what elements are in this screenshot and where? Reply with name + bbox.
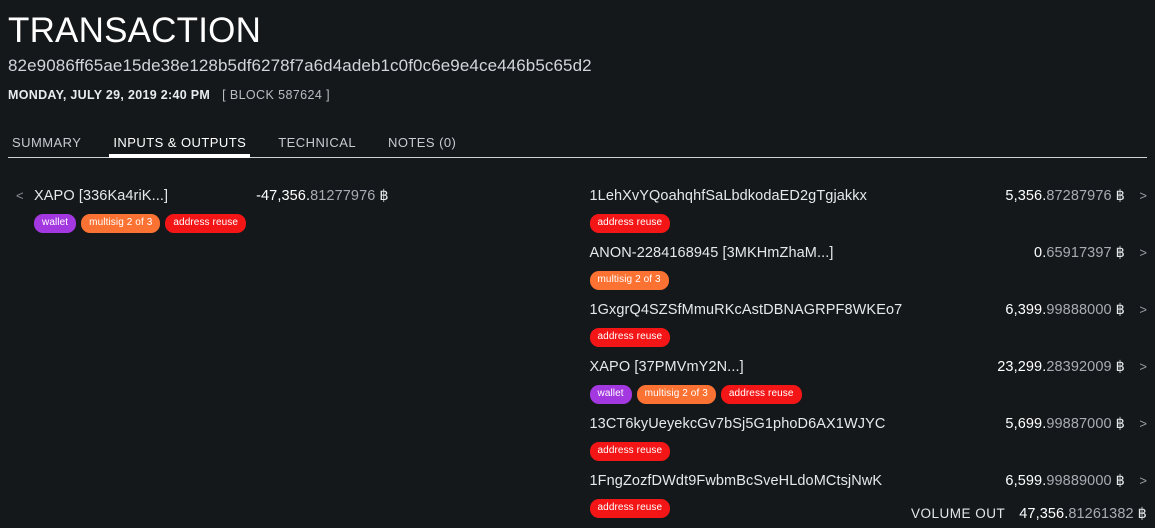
output-row: 13CT6kyUeyekcGv7bSj5G1phoD6AX1WJYC 5,699.… (589, 416, 1148, 461)
amount: 5,356.87287976 ฿ (1005, 188, 1125, 204)
tag-multisig-2-of-3[interactable]: multisig 2 of 3 (589, 271, 669, 290)
bitcoin-symbol-icon: ฿ (1115, 359, 1125, 375)
tab-bar: SUMMARY INPUTS & OUTPUTS TECHNICAL NOTES (0… (8, 128, 1147, 158)
chevron-right-icon[interactable]: > (1125, 473, 1147, 488)
amount: 6,399.99888000 ฿ (1005, 302, 1125, 318)
tag-address-reuse[interactable]: address reuse (589, 499, 671, 518)
bitcoin-symbol-icon: ฿ (1115, 302, 1125, 318)
output-row-line: 1GxgrQ4SZSfMmuRKcAstDBNAGRPF8WKEo7 6,399.… (590, 302, 1148, 324)
output-address[interactable]: 1FngZozfDWdt9FwbmBcSveHLdoMCtsjNwK (590, 473, 883, 489)
tab-notes-0[interactable]: NOTES (0) (384, 135, 460, 157)
bitcoin-symbol-icon: ฿ (1115, 473, 1125, 489)
chevron-right-icon[interactable]: > (1125, 302, 1147, 317)
amount: 5,699.99887000 ฿ (1005, 416, 1125, 432)
volume-out-decimal: 81261382 (1068, 506, 1134, 522)
tag-list: address reuse (589, 328, 1148, 347)
amount-integer: 5,699. (1005, 416, 1047, 432)
transaction-meta: MONDAY, JULY 29, 2019 2:40 PM [ BLOCK 587… (8, 88, 1147, 102)
amount-integer: -47,356. (256, 188, 311, 204)
amount-decimal: 99888000 (1046, 302, 1112, 318)
tag-wallet[interactable]: wallet (34, 214, 77, 233)
amount: 23,299.28392009 ฿ (997, 359, 1125, 375)
block-link[interactable]: [ BLOCK 587624 ] (222, 88, 330, 102)
amount: 6,599.99889000 ฿ (1005, 473, 1125, 489)
output-address[interactable]: XAPO [37PMVmY2N...] (590, 359, 744, 375)
tag-address-reuse[interactable]: address reuse (589, 442, 671, 461)
chevron-right-icon[interactable]: > (1125, 416, 1147, 431)
output-row: ANON-2284168945 [3MKHmZhaM...] 0.65917397… (589, 245, 1148, 290)
amount-integer: 6,599. (1005, 473, 1047, 489)
tag-wallet[interactable]: wallet (589, 385, 632, 404)
input-row: < XAPO [336Ka4riK...] -47,356.81277976 ฿ wal… (8, 188, 578, 233)
amount-integer: 5,356. (1005, 188, 1047, 204)
output-address[interactable]: 13CT6kyUeyekcGv7bSj5G1phoD6AX1WJYC (590, 416, 886, 432)
transaction-hash[interactable]: 82e9086ff65ae15de38e128b5df6278f7a6d4ade… (8, 54, 1147, 78)
tab-inputs-outputs[interactable]: INPUTS & OUTPUTS (109, 135, 251, 158)
tag-address-reuse[interactable]: address reuse (589, 214, 671, 233)
output-row-line: 1LehXvYQoahqhfSaLbdkodaED2gTgjakkx 5,356.… (590, 188, 1148, 210)
inputs-outputs-section: < XAPO [336Ka4riK...] -47,356.81277976 ฿ wal… (8, 188, 1147, 528)
amount-integer: 23,299. (997, 359, 1047, 375)
amount-decimal: 99887000 (1046, 416, 1112, 432)
tag-list: multisig 2 of 3 (589, 271, 1148, 290)
page-title: TRANSACTION (8, 11, 262, 50)
amount-decimal: 65917397 (1046, 245, 1112, 261)
output-row-line: 13CT6kyUeyekcGv7bSj5G1phoD6AX1WJYC 5,699.… (590, 416, 1148, 438)
tag-list: wallet multisig 2 of 3 address reuse (589, 385, 1148, 404)
outputs-column: 1LehXvYQoahqhfSaLbdkodaED2gTgjakkx 5,356.… (578, 188, 1148, 528)
amount-decimal: 87287976 (1046, 188, 1112, 204)
amount-decimal: 28392009 (1046, 359, 1112, 375)
output-address[interactable]: 1GxgrQ4SZSfMmuRKcAstDBNAGRPF8WKEo7 (590, 302, 903, 318)
bitcoin-symbol-icon: ฿ (1137, 506, 1147, 522)
tag-address-reuse[interactable]: address reuse (165, 214, 247, 233)
tab-technical[interactable]: TECHNICAL (274, 135, 360, 157)
amount-decimal: 81277976 (310, 188, 376, 204)
transaction-page: TRANSACTION 82e9086ff65ae15de38e128b5df6… (0, 0, 1155, 528)
amount-integer: 6,399. (1005, 302, 1047, 318)
transaction-header: TRANSACTION 82e9086ff65ae15de38e128b5df6… (8, 0, 1147, 102)
tag-multisig-2-of-3[interactable]: multisig 2 of 3 (81, 214, 161, 233)
amount: -47,356.81277976 ฿ (256, 188, 389, 204)
output-address[interactable]: ANON-2284168945 [3MKHmZhaM...] (590, 245, 834, 261)
tag-address-reuse[interactable]: address reuse (589, 328, 671, 347)
amount: 0.65917397 ฿ (1034, 245, 1125, 261)
volume-out-integer: 47,356. (1019, 506, 1069, 522)
amount-integer: 0. (1034, 245, 1047, 261)
tab-summary[interactable]: SUMMARY (8, 135, 85, 157)
inputs-column: < XAPO [336Ka4riK...] -47,356.81277976 ฿ wal… (8, 188, 578, 528)
bitcoin-symbol-icon: ฿ (1115, 188, 1125, 204)
bitcoin-symbol-icon: ฿ (379, 188, 389, 204)
transaction-timestamp: MONDAY, JULY 29, 2019 2:40 PM (8, 88, 211, 102)
input-row-line: < XAPO [336Ka4riK...] -47,356.81277976 ฿ (8, 188, 578, 210)
tag-multisig-2-of-3[interactable]: multisig 2 of 3 (636, 385, 716, 404)
tag-address-reuse[interactable]: address reuse (720, 385, 802, 404)
output-row-line: XAPO [37PMVmY2N...] 23,299.28392009 ฿ > (590, 359, 1148, 381)
output-row: 1GxgrQ4SZSfMmuRKcAstDBNAGRPF8WKEo7 6,399.… (589, 302, 1148, 347)
tag-list: address reuse (589, 214, 1148, 233)
chevron-right-icon[interactable]: > (1125, 188, 1147, 203)
output-row: XAPO [37PMVmY2N...] 23,299.28392009 ฿ > wall… (589, 359, 1148, 404)
volume-out-amount: 47,356.81261382 ฿ (1019, 506, 1147, 522)
tag-list: address reuse (589, 442, 1148, 461)
bitcoin-symbol-icon: ฿ (1115, 245, 1125, 261)
bitcoin-symbol-icon: ฿ (1115, 416, 1125, 432)
input-address[interactable]: XAPO [336Ka4riK...] (34, 188, 168, 204)
output-row: 1LehXvYQoahqhfSaLbdkodaED2gTgjakkx 5,356.… (589, 188, 1148, 233)
amount-decimal: 99889000 (1046, 473, 1112, 489)
output-row-line: 1FngZozfDWdt9FwbmBcSveHLdoMCtsjNwK 6,599.… (590, 473, 1148, 495)
chevron-right-icon[interactable]: > (1125, 245, 1147, 260)
output-row-line: ANON-2284168945 [3MKHmZhaM...] 0.65917397… (590, 245, 1148, 267)
volume-out-label: VOLUME OUT (911, 506, 1006, 521)
tag-list: wallet multisig 2 of 3 address reuse (8, 214, 578, 233)
volume-out-footer: VOLUME OUT 47,356.81261382 ฿ (911, 506, 1147, 522)
chevron-left-icon[interactable]: < (8, 188, 26, 203)
chevron-right-icon[interactable]: > (1125, 359, 1147, 374)
output-address[interactable]: 1LehXvYQoahqhfSaLbdkodaED2gTgjakkx (590, 188, 867, 204)
